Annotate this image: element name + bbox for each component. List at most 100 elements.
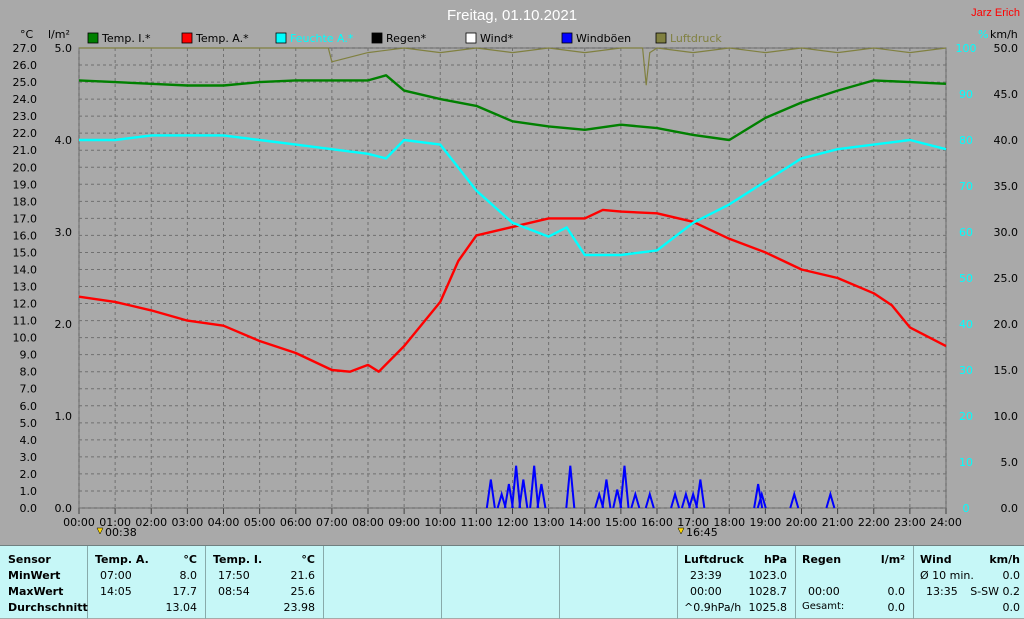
legend-label: Temp. I.* — [101, 32, 151, 45]
author-label: Jarz Erich — [971, 7, 1020, 19]
col-temp-i: Temp. I. °C 17:50 21.6 08:54 25.6 23.98 — [206, 546, 324, 619]
temp-tick-label: 12.0 — [13, 298, 38, 311]
legend-swatch — [371, 32, 383, 44]
x-tick-label: 04:00 — [208, 516, 240, 529]
legend-label: Windböen — [576, 32, 631, 45]
weather-chart: 00:00 01:00 02:00 03:00 04:00 05:00 06:00 07:00… — [13, 7, 1021, 539]
temp-a-max-time: 14:05 — [100, 585, 132, 598]
temp-tick-label: 6.0 — [20, 400, 38, 413]
temp-tick-label: 4.0 — [20, 434, 38, 447]
legend: Temp. I.* Temp. A.* Feuchte A.* Regen* Wind*… — [87, 32, 722, 45]
x-tick-label: 11:00 — [461, 516, 493, 529]
temp-tick-label: 22.0 — [13, 127, 38, 140]
wind-tick-label: 25.0 — [994, 272, 1019, 285]
regen-max-val: 0.0 — [887, 585, 906, 598]
temp-tick-label: 10.0 — [13, 332, 38, 345]
humidity-tick-label: 60 — [959, 226, 973, 239]
marker-sunrise: 00:38 — [96, 526, 137, 539]
wind-tick-label: 20.0 — [994, 318, 1019, 331]
sunrise-icon — [96, 527, 104, 535]
x-tick-label: 03:00 — [172, 516, 204, 529]
x-tick-label: 12:00 — [497, 516, 529, 529]
x-tick-label: 02:00 — [135, 516, 167, 529]
temp-tick-label: 19.0 — [13, 178, 38, 191]
legend-swatch — [561, 32, 573, 44]
humidity-tick-label: 70 — [959, 180, 973, 193]
legend-label: Wind* — [480, 32, 514, 45]
col-regen: Regen l/m² 00:00 0.0 Gesamt: 0.0 — [796, 546, 914, 619]
x-tick-label: 22:00 — [858, 516, 890, 529]
temp-tick-label: 26.0 — [13, 59, 38, 72]
temp-a-head: Temp. A. — [95, 553, 149, 566]
marker-sunset: 16:45 — [677, 526, 718, 539]
temp-a-max-val: 17.7 — [172, 585, 198, 598]
x-tick-label: 07:00 — [316, 516, 348, 529]
sunset-icon — [677, 527, 685, 535]
temp-tick-label: 11.0 — [13, 315, 38, 328]
temp-i-avg-val: 23.98 — [283, 601, 316, 614]
rain-tick-label: 5.0 — [55, 42, 73, 55]
legend-label: Regen* — [386, 32, 427, 45]
luftdruck-min-time: 23:39 — [690, 569, 722, 582]
sensor-row-max: MaxWert — [8, 585, 64, 598]
temp-tick-label: 8.0 — [20, 366, 38, 379]
humidity-tick-label: 80 — [959, 134, 973, 147]
temp-a-min-time: 07:00 — [100, 569, 132, 582]
luftdruck-head: Luftdruck — [684, 553, 744, 566]
rain-tick-label: 3.0 — [55, 226, 73, 239]
temp-tick-label: 14.0 — [13, 263, 38, 276]
temp-tick-label: 0.0 — [20, 502, 38, 515]
x-tick-label: 00:00 — [63, 516, 95, 529]
x-tick-label: 21:00 — [822, 516, 854, 529]
x-tick-label: 24:00 — [930, 516, 962, 529]
temp-tick-label: 27.0 — [13, 42, 38, 55]
sensor-head: Sensor — [8, 553, 51, 566]
humidity-tick-label: 30 — [959, 364, 973, 377]
humidity-tick-label: 50 — [959, 272, 973, 285]
temp-tick-label: 23.0 — [13, 110, 38, 123]
wind-avg-val: 0.0 — [1002, 569, 1021, 582]
legend-swatch — [275, 32, 287, 44]
x-tick-label: 10:00 — [424, 516, 456, 529]
col-wind: Wind km/h Ø 10 min. 0.0 13:35 S-SW 0.2 0… — [914, 546, 1024, 619]
temp-tick-label: 18.0 — [13, 195, 38, 208]
chart-title: Freitag, 01.10.2021 — [447, 7, 577, 24]
col-temp-a: Temp. A. °C 07:00 8.0 14:05 17.7 13.04 — [88, 546, 206, 619]
temp-tick-label: 25.0 — [13, 76, 38, 89]
temp-tick-label: 17.0 — [13, 212, 38, 225]
rain-tick-label: 1.0 — [55, 410, 73, 423]
regen-total-label: Gesamt: — [802, 601, 845, 612]
temp-tick-label: 7.0 — [20, 383, 38, 396]
temp-tick-label: 15.0 — [13, 246, 38, 259]
x-tick-label: 09:00 — [388, 516, 420, 529]
temp-tick-label: 9.0 — [20, 349, 38, 362]
temp-tick-label: 24.0 — [13, 93, 38, 106]
temp-tick-label: 13.0 — [13, 281, 38, 294]
luftdruck-avg-val: 1025.8 — [748, 601, 788, 614]
wind-tick-label: 40.0 — [994, 134, 1019, 147]
x-tick-label: 16:00 — [641, 516, 673, 529]
humidity-tick-label: 0 — [963, 502, 970, 515]
luftdruck-max-time: 00:00 — [690, 585, 722, 598]
humidity-tick-label: 10 — [959, 456, 973, 469]
luftdruck-unit: hPa — [763, 553, 787, 566]
wind-avg-label: Ø 10 min. — [920, 569, 974, 582]
x-tick-label: 14:00 — [569, 516, 601, 529]
regen-total-val: 0.0 — [887, 601, 906, 614]
x-tick-label: 05:00 — [244, 516, 276, 529]
col-empty-3 — [560, 546, 678, 619]
regen-unit: l/m² — [880, 553, 905, 566]
x-tick-label: 23:00 — [894, 516, 926, 529]
unit-temp: °C — [20, 28, 34, 41]
wind-tick-label: 10.0 — [994, 410, 1019, 423]
luftdruck-min-val: 1023.0 — [748, 569, 788, 582]
wind-tick-label: 50.0 — [994, 42, 1019, 55]
wind-tick-label: 0.0 — [1001, 502, 1019, 515]
wind-unit: km/h — [989, 553, 1020, 566]
luftdruck-max-val: 1028.7 — [748, 585, 788, 598]
stats-panel: Sensor MinWert MaxWert Durchschnitt Temp… — [0, 545, 1024, 619]
temp-tick-label: 3.0 — [20, 451, 38, 464]
col-sensor: Sensor MinWert MaxWert Durchschnitt — [0, 546, 88, 619]
wind-last-val: 0.0 — [1002, 601, 1021, 614]
humidity-tick-label: 20 — [959, 410, 973, 423]
